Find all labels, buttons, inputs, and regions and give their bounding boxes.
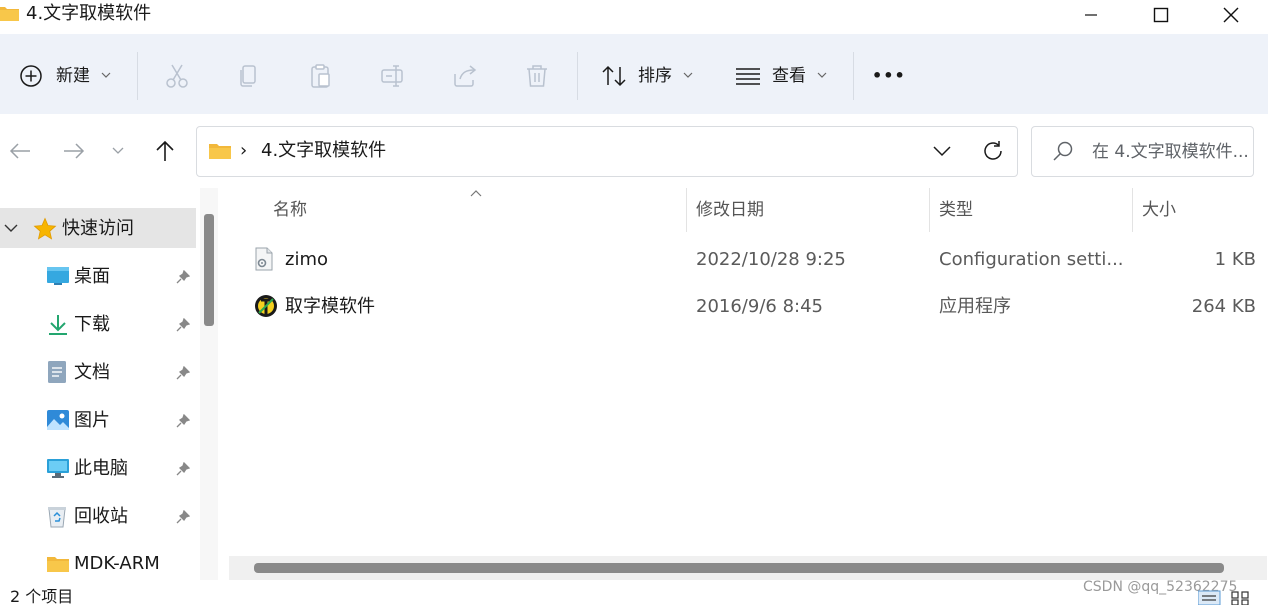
folder-icon	[0, 7, 19, 21]
copy-icon[interactable]	[235, 62, 263, 90]
file-size: 264 KB	[1191, 296, 1256, 317]
chevron-down-icon	[817, 72, 827, 78]
minimize-button[interactable]	[1068, 0, 1114, 30]
column-divider[interactable]	[1132, 188, 1133, 232]
nav-scrollbar-thumb[interactable]	[204, 214, 214, 326]
delete-icon[interactable]	[523, 62, 551, 90]
paste-icon[interactable]	[307, 62, 335, 90]
horizontal-scrollbar-thumb[interactable]	[254, 563, 1224, 573]
search-placeholder: 在 4.文字取模软件...	[1092, 142, 1249, 162]
sidebar-item-label: 回收站	[74, 506, 128, 527]
column-header-type[interactable]: 类型	[939, 198, 973, 222]
computer-icon	[47, 459, 69, 478]
sidebar-item-label: 图片	[74, 410, 110, 431]
chevron-down-icon	[683, 72, 693, 78]
view-list-icon	[736, 68, 760, 85]
new-plus-icon	[20, 65, 42, 87]
new-label: 新建	[56, 66, 90, 86]
star-icon	[33, 217, 57, 240]
view-mode-icons[interactable]	[1198, 588, 1254, 605]
sort-label: 排序	[638, 66, 672, 86]
recent-locations-chevron-icon[interactable]	[112, 146, 124, 156]
sort-ascending-icon	[470, 190, 482, 197]
application-icon	[255, 295, 277, 317]
document-icon	[48, 361, 66, 383]
pin-icon[interactable]	[176, 414, 190, 428]
column-divider[interactable]	[686, 188, 687, 232]
minimize-icon	[1085, 14, 1097, 16]
file-type: Configuration setti...	[939, 249, 1124, 270]
pin-icon[interactable]	[176, 270, 190, 284]
search-icon	[1053, 141, 1073, 161]
breadcrumb-separator[interactable]: ›	[240, 139, 247, 163]
maximize-button[interactable]	[1138, 0, 1184, 30]
file-modified: 2016/9/6 8:45	[696, 296, 823, 317]
toolbar-divider	[137, 52, 138, 100]
nav-quick-access-label: 快速访问	[62, 218, 134, 239]
sort-icon	[602, 65, 626, 87]
recycle-bin-icon	[48, 507, 66, 528]
expand-chevron-icon[interactable]	[4, 222, 18, 234]
column-divider[interactable]	[929, 188, 930, 232]
maximize-icon	[1153, 7, 1169, 23]
pin-icon[interactable]	[176, 510, 190, 524]
pin-icon[interactable]	[176, 366, 190, 380]
share-icon[interactable]	[451, 62, 479, 90]
more-options-button[interactable]: •••	[872, 60, 908, 92]
forward-arrow-icon[interactable]	[62, 140, 86, 162]
up-arrow-icon[interactable]	[153, 139, 177, 163]
download-icon	[49, 315, 67, 335]
file-type: 应用程序	[939, 296, 1011, 317]
folder-icon	[209, 144, 231, 159]
breadcrumb-current-folder[interactable]: 4.文字取模软件	[261, 139, 386, 163]
file-name: 取字模软件	[285, 296, 375, 317]
close-button[interactable]	[1208, 0, 1254, 30]
chevron-down-icon	[101, 72, 111, 78]
sidebar-item-label: MDK-ARM	[74, 553, 160, 574]
toolbar-divider	[577, 52, 578, 100]
view-label: 查看	[772, 66, 806, 86]
column-header-name[interactable]: 名称	[273, 198, 307, 222]
refresh-icon[interactable]	[981, 139, 1005, 163]
desktop-icon	[47, 267, 69, 285]
pictures-icon	[47, 410, 69, 430]
address-history-chevron-icon[interactable]	[932, 144, 952, 158]
cut-icon[interactable]	[163, 62, 191, 90]
file-name: zimo	[285, 249, 328, 270]
folder-icon	[47, 557, 69, 572]
close-icon	[1223, 7, 1239, 23]
sidebar-item-label: 桌面	[74, 266, 110, 287]
sidebar-item-label: 下载	[74, 314, 110, 335]
config-file-icon	[255, 247, 273, 271]
sidebar-item-label: 此电脑	[74, 458, 128, 479]
file-modified: 2022/10/28 9:25	[696, 249, 846, 270]
pin-icon[interactable]	[176, 462, 190, 476]
column-header-size[interactable]: 大小	[1142, 198, 1176, 222]
column-header-modified[interactable]: 修改日期	[696, 198, 764, 222]
sidebar-item-label: 文档	[74, 362, 110, 383]
toolbar-divider	[853, 52, 854, 100]
back-arrow-icon[interactable]	[8, 140, 32, 162]
rename-icon[interactable]	[379, 62, 407, 90]
pin-icon[interactable]	[176, 318, 190, 332]
file-size: 1 KB	[1214, 249, 1256, 270]
window-title: 4.文字取模软件	[26, 3, 152, 24]
